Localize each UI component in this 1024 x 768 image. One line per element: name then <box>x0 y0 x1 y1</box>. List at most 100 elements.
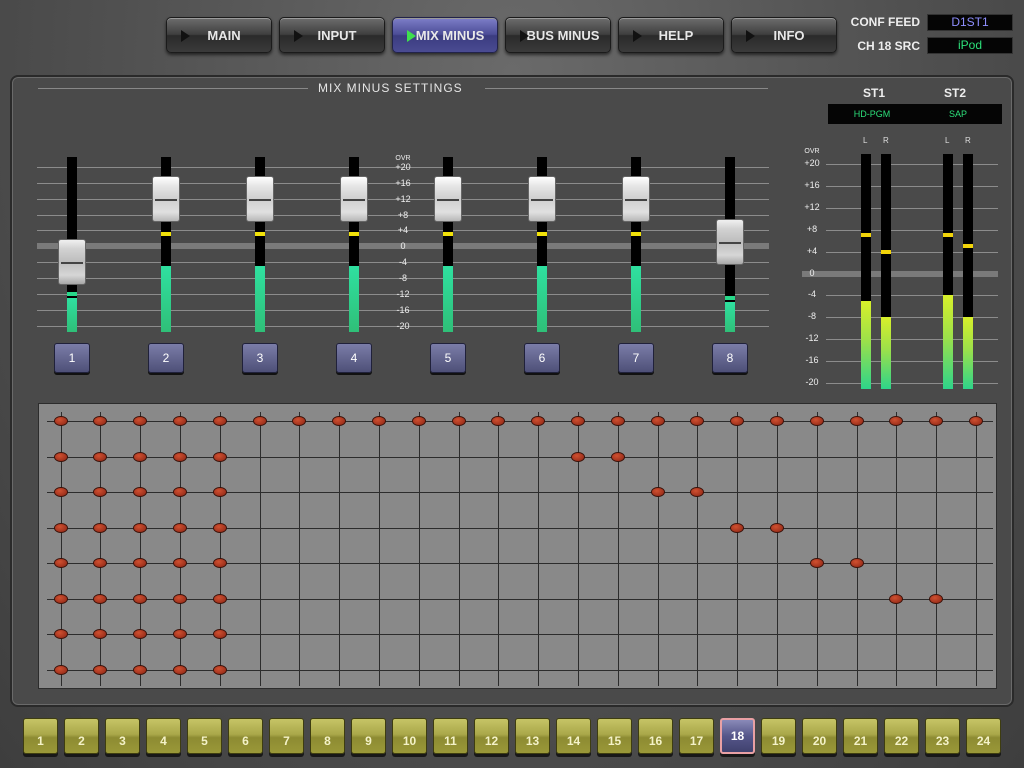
matrix-crosspoint[interactable] <box>93 593 108 604</box>
matrix-crosspoint[interactable] <box>889 416 904 426</box>
channel-select-15[interactable]: 15 <box>597 718 632 754</box>
matrix-crosspoint[interactable] <box>570 416 585 426</box>
fader-knob-2[interactable] <box>152 175 180 222</box>
matrix-crosspoint[interactable] <box>371 416 386 426</box>
matrix-crosspoint[interactable] <box>769 522 784 533</box>
matrix-crosspoint[interactable] <box>212 522 227 533</box>
bus-assignment-st2[interactable]: SAP <box>914 104 1002 124</box>
matrix-crosspoint[interactable] <box>93 487 108 497</box>
matrix-crosspoint[interactable] <box>690 487 705 497</box>
channel-select-2[interactable]: 2 <box>64 718 99 754</box>
matrix-crosspoint[interactable] <box>610 416 625 426</box>
matrix-crosspoint[interactable] <box>53 629 68 639</box>
channel-select-20[interactable]: 20 <box>802 718 837 754</box>
matrix-crosspoint[interactable] <box>889 593 904 604</box>
matrix-crosspoint[interactable] <box>610 451 625 462</box>
channel-button-6[interactable]: 6 <box>524 343 560 373</box>
fader-knob-5[interactable] <box>434 175 462 222</box>
matrix-crosspoint[interactable] <box>53 522 68 533</box>
matrix-crosspoint[interactable] <box>252 416 267 426</box>
fader-knob-6[interactable] <box>528 175 556 222</box>
matrix-crosspoint[interactable] <box>531 416 546 426</box>
channel-select-7[interactable]: 7 <box>269 718 304 754</box>
matrix-crosspoint[interactable] <box>212 416 227 426</box>
matrix-crosspoint[interactable] <box>172 416 187 426</box>
matrix-crosspoint[interactable] <box>53 487 68 497</box>
matrix-crosspoint[interactable] <box>212 593 227 604</box>
channel-select-9[interactable]: 9 <box>351 718 386 754</box>
matrix-crosspoint[interactable] <box>650 487 665 497</box>
matrix-crosspoint[interactable] <box>172 522 187 533</box>
matrix-crosspoint[interactable] <box>212 558 227 568</box>
matrix-crosspoint[interactable] <box>133 416 148 426</box>
matrix-crosspoint[interactable] <box>769 416 784 426</box>
channel-button-3[interactable]: 3 <box>242 343 278 373</box>
channel-select-18[interactable]: 18 <box>720 718 755 754</box>
fader-knob-8[interactable] <box>716 219 744 266</box>
channel-select-23[interactable]: 23 <box>925 718 960 754</box>
channel-select-8[interactable]: 8 <box>310 718 345 754</box>
matrix-crosspoint[interactable] <box>93 664 108 675</box>
matrix-crosspoint[interactable] <box>849 558 864 568</box>
channel-select-17[interactable]: 17 <box>679 718 714 754</box>
channel-select-12[interactable]: 12 <box>474 718 509 754</box>
matrix-crosspoint[interactable] <box>849 416 864 426</box>
matrix-crosspoint[interactable] <box>491 416 506 426</box>
nav-button-info[interactable]: INFO <box>731 17 837 53</box>
matrix-crosspoint[interactable] <box>212 487 227 497</box>
nav-button-main[interactable]: MAIN <box>166 17 272 53</box>
matrix-crosspoint[interactable] <box>93 416 108 426</box>
channel-button-5[interactable]: 5 <box>430 343 466 373</box>
nav-button-help[interactable]: HELP <box>618 17 724 53</box>
nav-button-input[interactable]: INPUT <box>279 17 385 53</box>
channel-select-3[interactable]: 3 <box>105 718 140 754</box>
channel-select-22[interactable]: 22 <box>884 718 919 754</box>
matrix-crosspoint[interactable] <box>212 451 227 462</box>
matrix-crosspoint[interactable] <box>332 416 347 426</box>
matrix-crosspoint[interactable] <box>172 664 187 675</box>
fader-knob-7[interactable] <box>622 175 650 222</box>
matrix-crosspoint[interactable] <box>212 664 227 675</box>
matrix-crosspoint[interactable] <box>93 558 108 568</box>
matrix-crosspoint[interactable] <box>172 558 187 568</box>
matrix-crosspoint[interactable] <box>172 487 187 497</box>
matrix-crosspoint[interactable] <box>133 522 148 533</box>
channel-button-8[interactable]: 8 <box>712 343 748 373</box>
matrix-crosspoint[interactable] <box>451 416 466 426</box>
matrix-crosspoint[interactable] <box>133 593 148 604</box>
bus-assignment-st1[interactable]: HD-PGM <box>828 104 916 124</box>
matrix-crosspoint[interactable] <box>172 593 187 604</box>
matrix-crosspoint[interactable] <box>690 416 705 426</box>
fader-knob-1[interactable] <box>58 239 86 286</box>
matrix-crosspoint[interactable] <box>133 558 148 568</box>
matrix-crosspoint[interactable] <box>53 593 68 604</box>
matrix-crosspoint[interactable] <box>730 416 745 426</box>
channel-button-4[interactable]: 4 <box>336 343 372 373</box>
channel-select-19[interactable]: 19 <box>761 718 796 754</box>
matrix-crosspoint[interactable] <box>172 629 187 639</box>
matrix-crosspoint[interactable] <box>53 416 68 426</box>
channel-select-6[interactable]: 6 <box>228 718 263 754</box>
matrix-crosspoint[interactable] <box>929 593 944 604</box>
channel-button-2[interactable]: 2 <box>148 343 184 373</box>
matrix-crosspoint[interactable] <box>133 664 148 675</box>
nav-button-mix-minus[interactable]: MIX MINUS <box>392 17 498 53</box>
channel-select-24[interactable]: 24 <box>966 718 1001 754</box>
matrix-crosspoint[interactable] <box>93 451 108 462</box>
channel-select-11[interactable]: 11 <box>433 718 468 754</box>
matrix-crosspoint[interactable] <box>730 522 745 533</box>
matrix-crosspoint[interactable] <box>93 522 108 533</box>
matrix-crosspoint[interactable] <box>53 451 68 462</box>
matrix-crosspoint[interactable] <box>968 416 983 426</box>
channel-select-5[interactable]: 5 <box>187 718 222 754</box>
channel-select-4[interactable]: 4 <box>146 718 181 754</box>
matrix-crosspoint[interactable] <box>53 664 68 675</box>
matrix-crosspoint[interactable] <box>650 416 665 426</box>
matrix-crosspoint[interactable] <box>212 629 227 639</box>
channel-select-13[interactable]: 13 <box>515 718 550 754</box>
channel-button-7[interactable]: 7 <box>618 343 654 373</box>
matrix-crosspoint[interactable] <box>929 416 944 426</box>
channel-button-1[interactable]: 1 <box>54 343 90 373</box>
matrix-crosspoint[interactable] <box>53 558 68 568</box>
matrix-crosspoint[interactable] <box>133 487 148 497</box>
